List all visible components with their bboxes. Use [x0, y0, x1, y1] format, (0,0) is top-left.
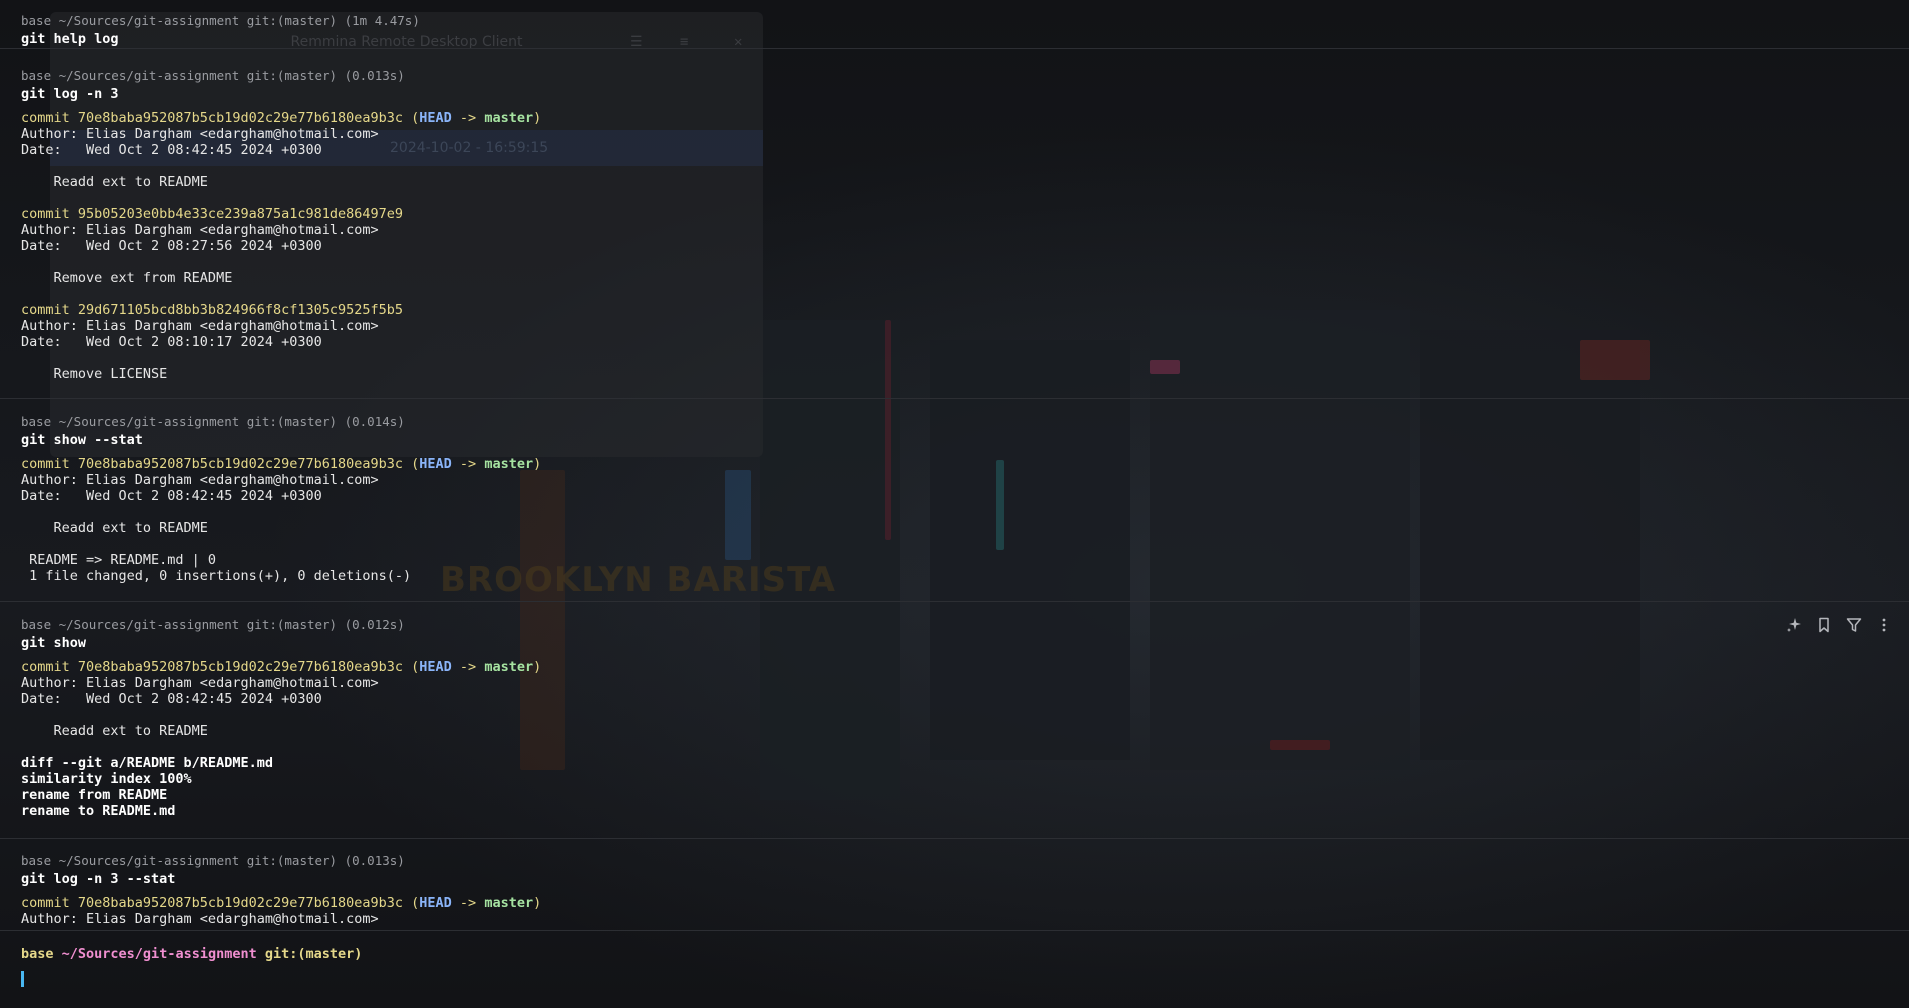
commit-date: Date: Wed Oct 2 08:42:45 2024 +0300: [21, 142, 322, 158]
commit-hash: commit 70e8baba952087b5cb19d02c29e77b618…: [21, 895, 404, 911]
ref-arrow: ->: [451, 895, 485, 911]
stat-line: README => README.md | 0: [21, 552, 217, 568]
commit-hash: commit 70e8baba952087b5cb19d02c29e77b618…: [21, 659, 404, 675]
diff-similarity: similarity index 100%: [21, 771, 192, 787]
block-prompt-meta: base ~/Sources/git-assignment git:(maste…: [21, 68, 405, 83]
head-ref: HEAD: [419, 659, 452, 675]
ref-paren: (: [403, 110, 420, 126]
ref-paren: ): [533, 895, 542, 911]
commit-message: Readd ext to README: [21, 723, 208, 739]
diff-rename-from: rename from README: [21, 787, 168, 803]
bookmark-icon[interactable]: [1815, 616, 1833, 634]
commit-message: Readd ext to README: [21, 520, 208, 536]
more-vertical-icon[interactable]: [1875, 616, 1893, 634]
ref-arrow: ->: [451, 110, 485, 126]
head-ref: HEAD: [419, 895, 452, 911]
commit-date: Date: Wed Oct 2 08:10:17 2024 +0300: [21, 334, 322, 350]
ref-paren: ): [533, 659, 542, 675]
commit-message: Remove LICENSE: [21, 366, 168, 382]
block-command: git log -n 3: [21, 86, 119, 102]
commit-date: Date: Wed Oct 2 08:27:56 2024 +0300: [21, 238, 322, 254]
block-prompt-meta: base ~/Sources/git-assignment git:(maste…: [21, 13, 420, 28]
command-block[interactable]: base ~/Sources/git-assignment git:(maste…: [0, 52, 1909, 399]
ai-sparkle-icon[interactable]: [1785, 616, 1803, 634]
block-command: git show: [21, 635, 87, 651]
commit-author: Author: Elias Dargham <edargham@hotmail.…: [21, 318, 379, 334]
block-command: git log -n 3 --stat: [21, 871, 176, 887]
commit-hash: commit 70e8baba952087b5cb19d02c29e77b618…: [21, 110, 404, 126]
command-block[interactable]: base ~/Sources/git-assignment git:(maste…: [0, 399, 1909, 602]
commit-date: Date: Wed Oct 2 08:42:45 2024 +0300: [21, 488, 322, 504]
active-prompt: base ~/Sources/git-assignment git:(maste…: [21, 945, 362, 963]
commit-hash: commit 95b05203e0bb4e33ce239a875a1c981de…: [21, 206, 404, 222]
commit-author: Author: Elias Dargham <edargham@hotmail.…: [21, 472, 379, 488]
command-block[interactable]: base ~/Sources/git-assignment git:(maste…: [0, 0, 1909, 49]
ref-paren: (: [403, 456, 420, 472]
branch-ref: master: [484, 456, 534, 472]
block-prompt-meta: base ~/Sources/git-assignment git:(maste…: [21, 853, 405, 868]
input-separator: [0, 930, 1909, 931]
ref-arrow: ->: [451, 659, 485, 675]
branch-ref: master: [484, 110, 534, 126]
terminal-input-cursor[interactable]: [21, 971, 24, 987]
block-prompt-meta: base ~/Sources/git-assignment git:(maste…: [21, 414, 405, 429]
command-block[interactable]: base ~/Sources/git-assignment git:(maste…: [0, 602, 1909, 839]
head-ref: HEAD: [419, 456, 452, 472]
branch-ref: master: [484, 895, 534, 911]
ref-paren: ): [533, 456, 542, 472]
branch-ref: master: [484, 659, 534, 675]
command-block[interactable]: base ~/Sources/git-assignment git:(maste…: [0, 839, 1909, 930]
block-toolbar: [1785, 616, 1893, 634]
prompt-env: base: [21, 946, 54, 962]
ref-paren: (: [403, 659, 420, 675]
commit-message: Remove ext from README: [21, 270, 233, 286]
head-ref: HEAD: [419, 110, 452, 126]
commit-author: Author: Elias Dargham <edargham@hotmail.…: [21, 911, 379, 927]
commit-author: Author: Elias Dargham <edargham@hotmail.…: [21, 222, 379, 238]
commit-line: commit 70e8baba952087b5cb19d02c29e77b618…: [21, 110, 541, 126]
commit-author: Author: Elias Dargham <edargham@hotmail.…: [21, 675, 379, 691]
block-command: git help log: [21, 31, 119, 47]
prompt-path: ~/Sources/git-assignment: [61, 946, 257, 962]
diff-rename-to: rename to README.md: [21, 803, 176, 819]
commit-author: Author: Elias Dargham <edargham@hotmail.…: [21, 126, 379, 142]
prompt-git-branch: git:(master): [264, 946, 363, 962]
stat-summary: 1 file changed, 0 insertions(+), 0 delet…: [21, 568, 412, 584]
commit-date: Date: Wed Oct 2 08:42:45 2024 +0300: [21, 691, 322, 707]
ref-arrow: ->: [451, 456, 485, 472]
commit-message: Readd ext to README: [21, 174, 208, 190]
ref-paren: ): [533, 110, 542, 126]
block-command: git show --stat: [21, 432, 143, 448]
terminal[interactable]: base ~/Sources/git-assignment git:(maste…: [0, 0, 1909, 1008]
ref-paren: (: [403, 895, 420, 911]
commit-hash: commit 29d671105bcd8bb3b824966f8cf1305c9…: [21, 302, 404, 318]
commit-hash: commit 70e8baba952087b5cb19d02c29e77b618…: [21, 456, 404, 472]
commit-line: commit 70e8baba952087b5cb19d02c29e77b618…: [21, 456, 541, 472]
filter-icon[interactable]: [1845, 616, 1863, 634]
commit-line: commit 70e8baba952087b5cb19d02c29e77b618…: [21, 659, 541, 675]
block-prompt-meta: base ~/Sources/git-assignment git:(maste…: [21, 617, 405, 632]
diff-header: diff --git a/README b/README.md: [21, 755, 273, 771]
commit-line: commit 70e8baba952087b5cb19d02c29e77b618…: [21, 895, 541, 911]
